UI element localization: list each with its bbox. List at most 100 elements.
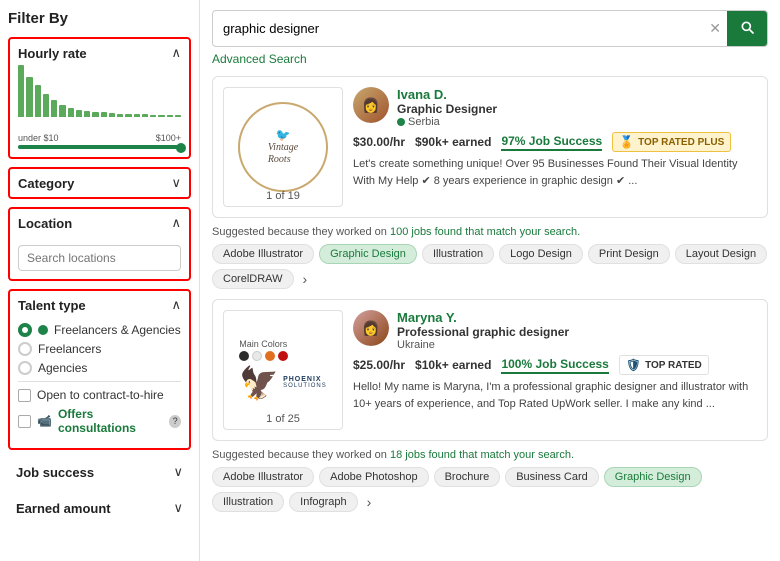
badge-text-1: TOP RATED PLUS (638, 137, 724, 148)
profile-card-1: 🐦 VintageRoots 1 of 19 👩 Ivana D. Graphi… (212, 76, 768, 218)
phoenix-name-block: PHOENIX SOLUTIONS (283, 376, 327, 389)
suggested-prefix-1: Suggested because they worked on (212, 226, 387, 238)
color-dot-black (239, 351, 249, 361)
tag[interactable]: Layout Design (675, 244, 767, 264)
bar (76, 110, 82, 117)
location-chevron: ∧ (171, 215, 181, 231)
bar (92, 112, 98, 117)
profile-name-1[interactable]: Ivana D. (397, 87, 757, 102)
vintage-roots-logo: 🐦 VintageRoots (238, 102, 328, 192)
phoenix-bird-icon: 🦅 (239, 364, 279, 402)
checkbox-consult[interactable]: 📹 Offers consultations ? (18, 407, 181, 435)
earned-1: $90k+ earned (415, 135, 491, 149)
location-label: Location (18, 216, 72, 231)
suggested-count-2: 18 jobs found that match your search. (390, 449, 574, 461)
category-header[interactable]: Category ∨ (10, 169, 189, 197)
main-content: ✕ Advanced Search 🐦 VintageRoots 1 of 19… (200, 0, 780, 561)
talent-type-label: Talent type (18, 298, 86, 313)
bar (84, 111, 90, 117)
talent-option-all[interactable]: Freelancers & Agencies (18, 323, 181, 337)
tag[interactable]: Print Design (588, 244, 670, 264)
radio-all[interactable] (18, 323, 32, 337)
bar (35, 85, 41, 117)
search-button[interactable] (727, 11, 767, 46)
range-handle-max[interactable] (176, 143, 186, 153)
tag[interactable]: Infograph (289, 492, 357, 512)
tag[interactable]: Adobe Illustrator (212, 244, 314, 264)
suggested-prefix-2: Suggested because they worked on (212, 449, 387, 461)
tag-list-1: Adobe IllustratorGraphic DesignIllustrat… (212, 244, 768, 289)
help-icon[interactable]: ? (169, 415, 181, 428)
bar (18, 65, 24, 117)
hourly-rate-content: under $10 $100+ (10, 67, 189, 157)
location-header[interactable]: Location ∧ (10, 209, 189, 237)
tag-more-button-2[interactable]: › (363, 494, 376, 510)
tag[interactable]: Adobe Illustrator (212, 467, 314, 487)
tag[interactable]: Illustration (212, 492, 284, 512)
profile-card-2: Main Colors 🦅 PHOENIX SOLUTIONS (212, 299, 768, 441)
talent-option-agencies[interactable]: Agencies (18, 361, 181, 375)
earned-2: $10k+ earned (415, 358, 491, 372)
radio-freelancers[interactable] (18, 342, 32, 356)
video-icon: 📹 (37, 414, 52, 428)
talent-label-agencies: Agencies (38, 361, 87, 375)
tag[interactable]: Business Card (505, 467, 599, 487)
color-dot-red (278, 351, 288, 361)
advanced-search-link[interactable]: Advanced Search (212, 52, 307, 66)
checkbox-consult-label: Offers consultations (58, 407, 163, 435)
talent-type-filter: Talent type ∧ Freelancers & Agencies Fre… (8, 289, 191, 450)
bar (125, 114, 131, 117)
tag[interactable]: Graphic Design (319, 244, 417, 264)
online-indicator-all (38, 325, 48, 335)
hourly-rate-filter: Hourly rate ∧ under $10 $100+ (8, 37, 191, 159)
suggested-text-1: Suggested because they worked on 100 job… (212, 226, 768, 238)
profile-name-2[interactable]: Maryna Y. (397, 310, 757, 325)
tag[interactable]: Adobe Photoshop (319, 467, 428, 487)
tag[interactable]: CorelDRAW (212, 269, 294, 289)
job-success-2: 100% Job Success (501, 357, 608, 374)
talent-option-freelancers[interactable]: Freelancers (18, 342, 181, 356)
talent-type-header[interactable]: Talent type ∧ (10, 291, 189, 319)
tag[interactable]: Logo Design (499, 244, 583, 264)
profile-info-1: 👩 Ivana D. Graphic Designer Serbia $30.0… (353, 87, 757, 207)
tag[interactable]: Graphic Design (604, 467, 702, 487)
bar (117, 114, 123, 117)
search-input[interactable] (213, 14, 703, 43)
checkbox-contract-label: Open to contract-to-hire (37, 388, 164, 402)
tag-more-button[interactable]: › (299, 271, 312, 287)
color-dot-orange (265, 351, 275, 361)
checkbox-consult-box[interactable] (18, 415, 31, 428)
badge-2: 🛡 TOP RATED (619, 355, 709, 375)
range-fill (18, 145, 181, 149)
earned-amount-header[interactable]: Earned amount ∨ (8, 494, 191, 522)
phoenix-logo: Main Colors 🦅 PHOENIX SOLUTIONS (235, 335, 331, 406)
name-section-1: Ivana D. Graphic Designer Serbia (397, 87, 757, 128)
tag[interactable]: Illustration (422, 244, 494, 264)
range-slider[interactable] (18, 145, 181, 149)
search-icon (739, 19, 755, 35)
checkbox-contract[interactable]: Open to contract-to-hire (18, 388, 181, 402)
card-header-1: 👩 Ivana D. Graphic Designer Serbia (353, 87, 757, 128)
avatar-1: 👩 (353, 87, 389, 123)
job-success-header[interactable]: Job success ∨ (8, 458, 191, 486)
phoenix-colors (239, 351, 327, 361)
avatar-img-1: 👩 (353, 87, 389, 123)
avatar-img-2: 👩 (353, 310, 389, 346)
search-clear-button[interactable]: ✕ (703, 20, 727, 37)
category-chevron: ∨ (171, 175, 181, 191)
location-search-input[interactable] (18, 245, 181, 271)
tag[interactable]: Brochure (434, 467, 501, 487)
phoenix-name-text: PHOENIX (283, 376, 327, 383)
profile-info-2: 👩 Maryna Y. Professional graphic designe… (353, 310, 757, 430)
profile-title-1: Graphic Designer (397, 102, 757, 116)
rate-2: $25.00/hr (353, 358, 405, 372)
talent-type-content: Freelancers & Agencies Freelancers Agenc… (10, 319, 189, 448)
bar (51, 100, 57, 117)
hourly-rate-header[interactable]: Hourly rate ∧ (10, 39, 189, 67)
vr-bird-icon: 🐦 (276, 128, 291, 142)
checkbox-contract-box[interactable] (18, 389, 31, 402)
profile-location-1: Serbia (397, 116, 757, 128)
bar (158, 115, 164, 117)
radio-agencies[interactable] (18, 361, 32, 375)
image-count-1: 1 of 19 (266, 190, 300, 202)
